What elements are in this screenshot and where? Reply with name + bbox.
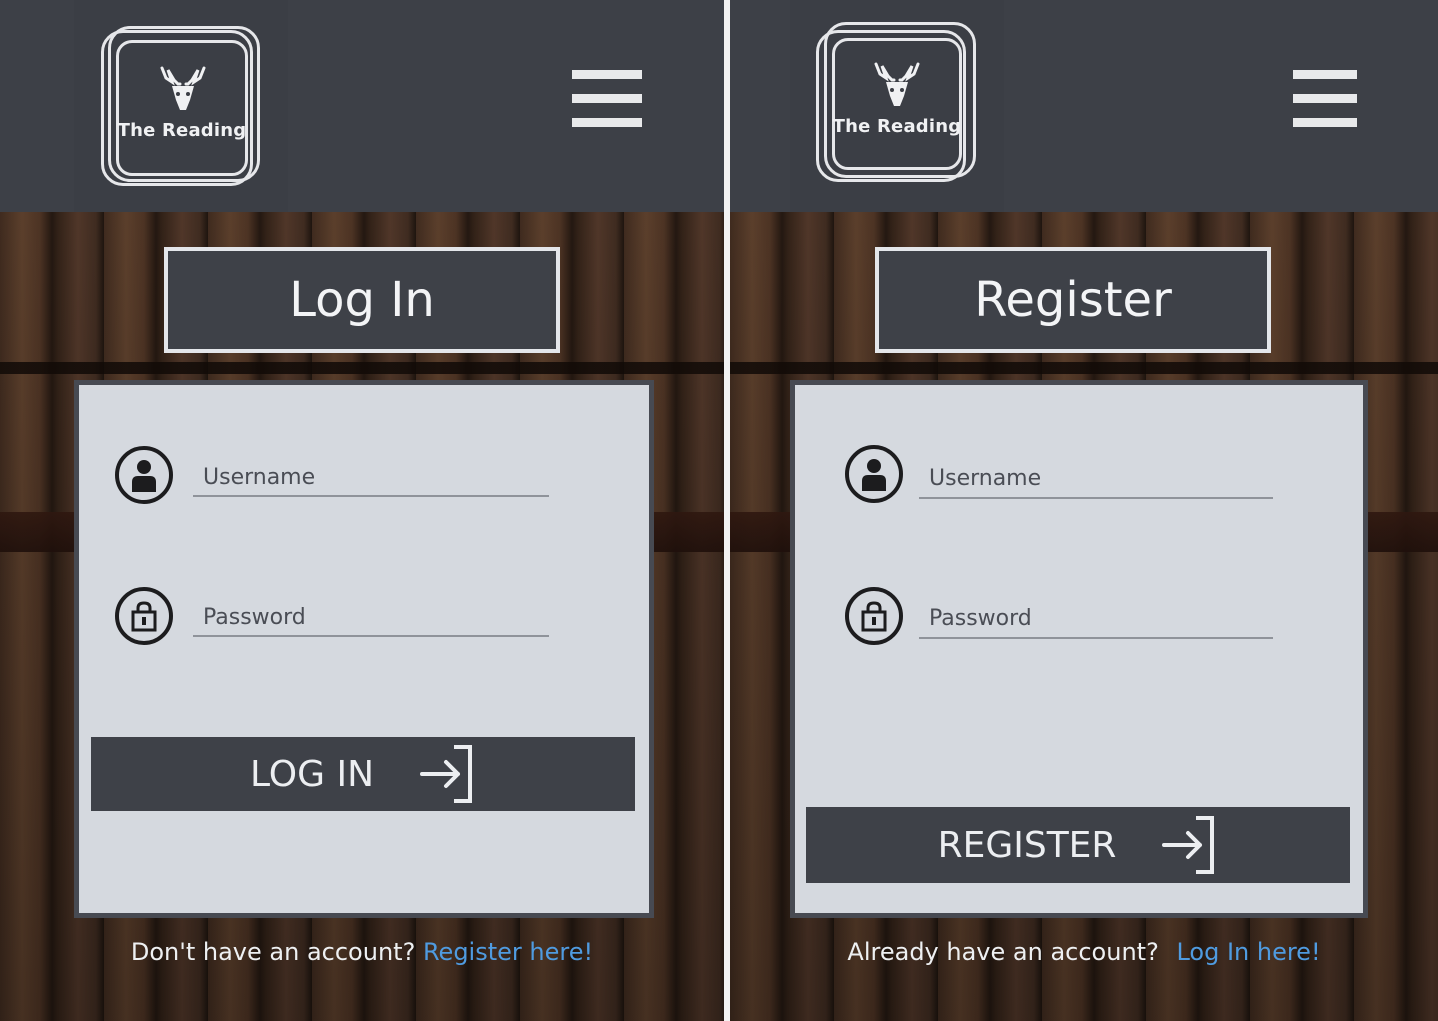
user-icon bbox=[845, 445, 903, 503]
login-button[interactable]: LOG IN bbox=[91, 737, 635, 811]
deer-icon bbox=[160, 66, 206, 110]
deer-icon bbox=[874, 62, 920, 106]
sign-in-arrow-icon bbox=[1162, 816, 1215, 874]
page-title: Register bbox=[875, 247, 1271, 353]
footer-prompt: Don't have an account? Register here! bbox=[0, 938, 724, 966]
login-link[interactable]: Log In here! bbox=[1176, 938, 1320, 966]
username-input[interactable] bbox=[193, 463, 549, 497]
register-button-label: REGISTER bbox=[937, 824, 1117, 866]
register-link[interactable]: Register here! bbox=[423, 938, 593, 966]
page-title: Log In bbox=[164, 247, 560, 353]
logo-text: The Reading bbox=[832, 116, 962, 137]
login-screen: The Reading Log In LOG IN Don't have an … bbox=[0, 0, 724, 1021]
footer-prompt: Already have an account? Log In here! bbox=[730, 938, 1438, 966]
logo[interactable]: The Reading bbox=[74, 0, 288, 212]
register-form-card: REGISTER bbox=[790, 380, 1368, 918]
app-header: The Reading bbox=[730, 0, 1438, 212]
login-form-card: LOG IN bbox=[74, 380, 654, 918]
lock-icon bbox=[845, 587, 903, 645]
hamburger-menu-icon[interactable] bbox=[572, 70, 642, 130]
logo[interactable]: The Reading bbox=[790, 0, 1004, 212]
username-input[interactable] bbox=[919, 463, 1273, 499]
footer-text: Already have an account? bbox=[847, 938, 1159, 966]
login-button-label: LOG IN bbox=[250, 753, 374, 795]
password-input[interactable] bbox=[193, 603, 549, 637]
register-screen: The Reading Register REGISTER Already ha… bbox=[730, 0, 1438, 1021]
hamburger-menu-icon[interactable] bbox=[1293, 70, 1363, 130]
lock-icon bbox=[115, 587, 173, 645]
sign-in-arrow-icon bbox=[420, 745, 472, 803]
register-button[interactable]: REGISTER bbox=[806, 807, 1350, 883]
footer-text: Don't have an account? bbox=[130, 938, 416, 966]
logo-text: The Reading bbox=[117, 120, 247, 141]
app-header: The Reading bbox=[0, 0, 724, 212]
password-input[interactable] bbox=[919, 603, 1273, 639]
user-icon bbox=[115, 446, 173, 504]
